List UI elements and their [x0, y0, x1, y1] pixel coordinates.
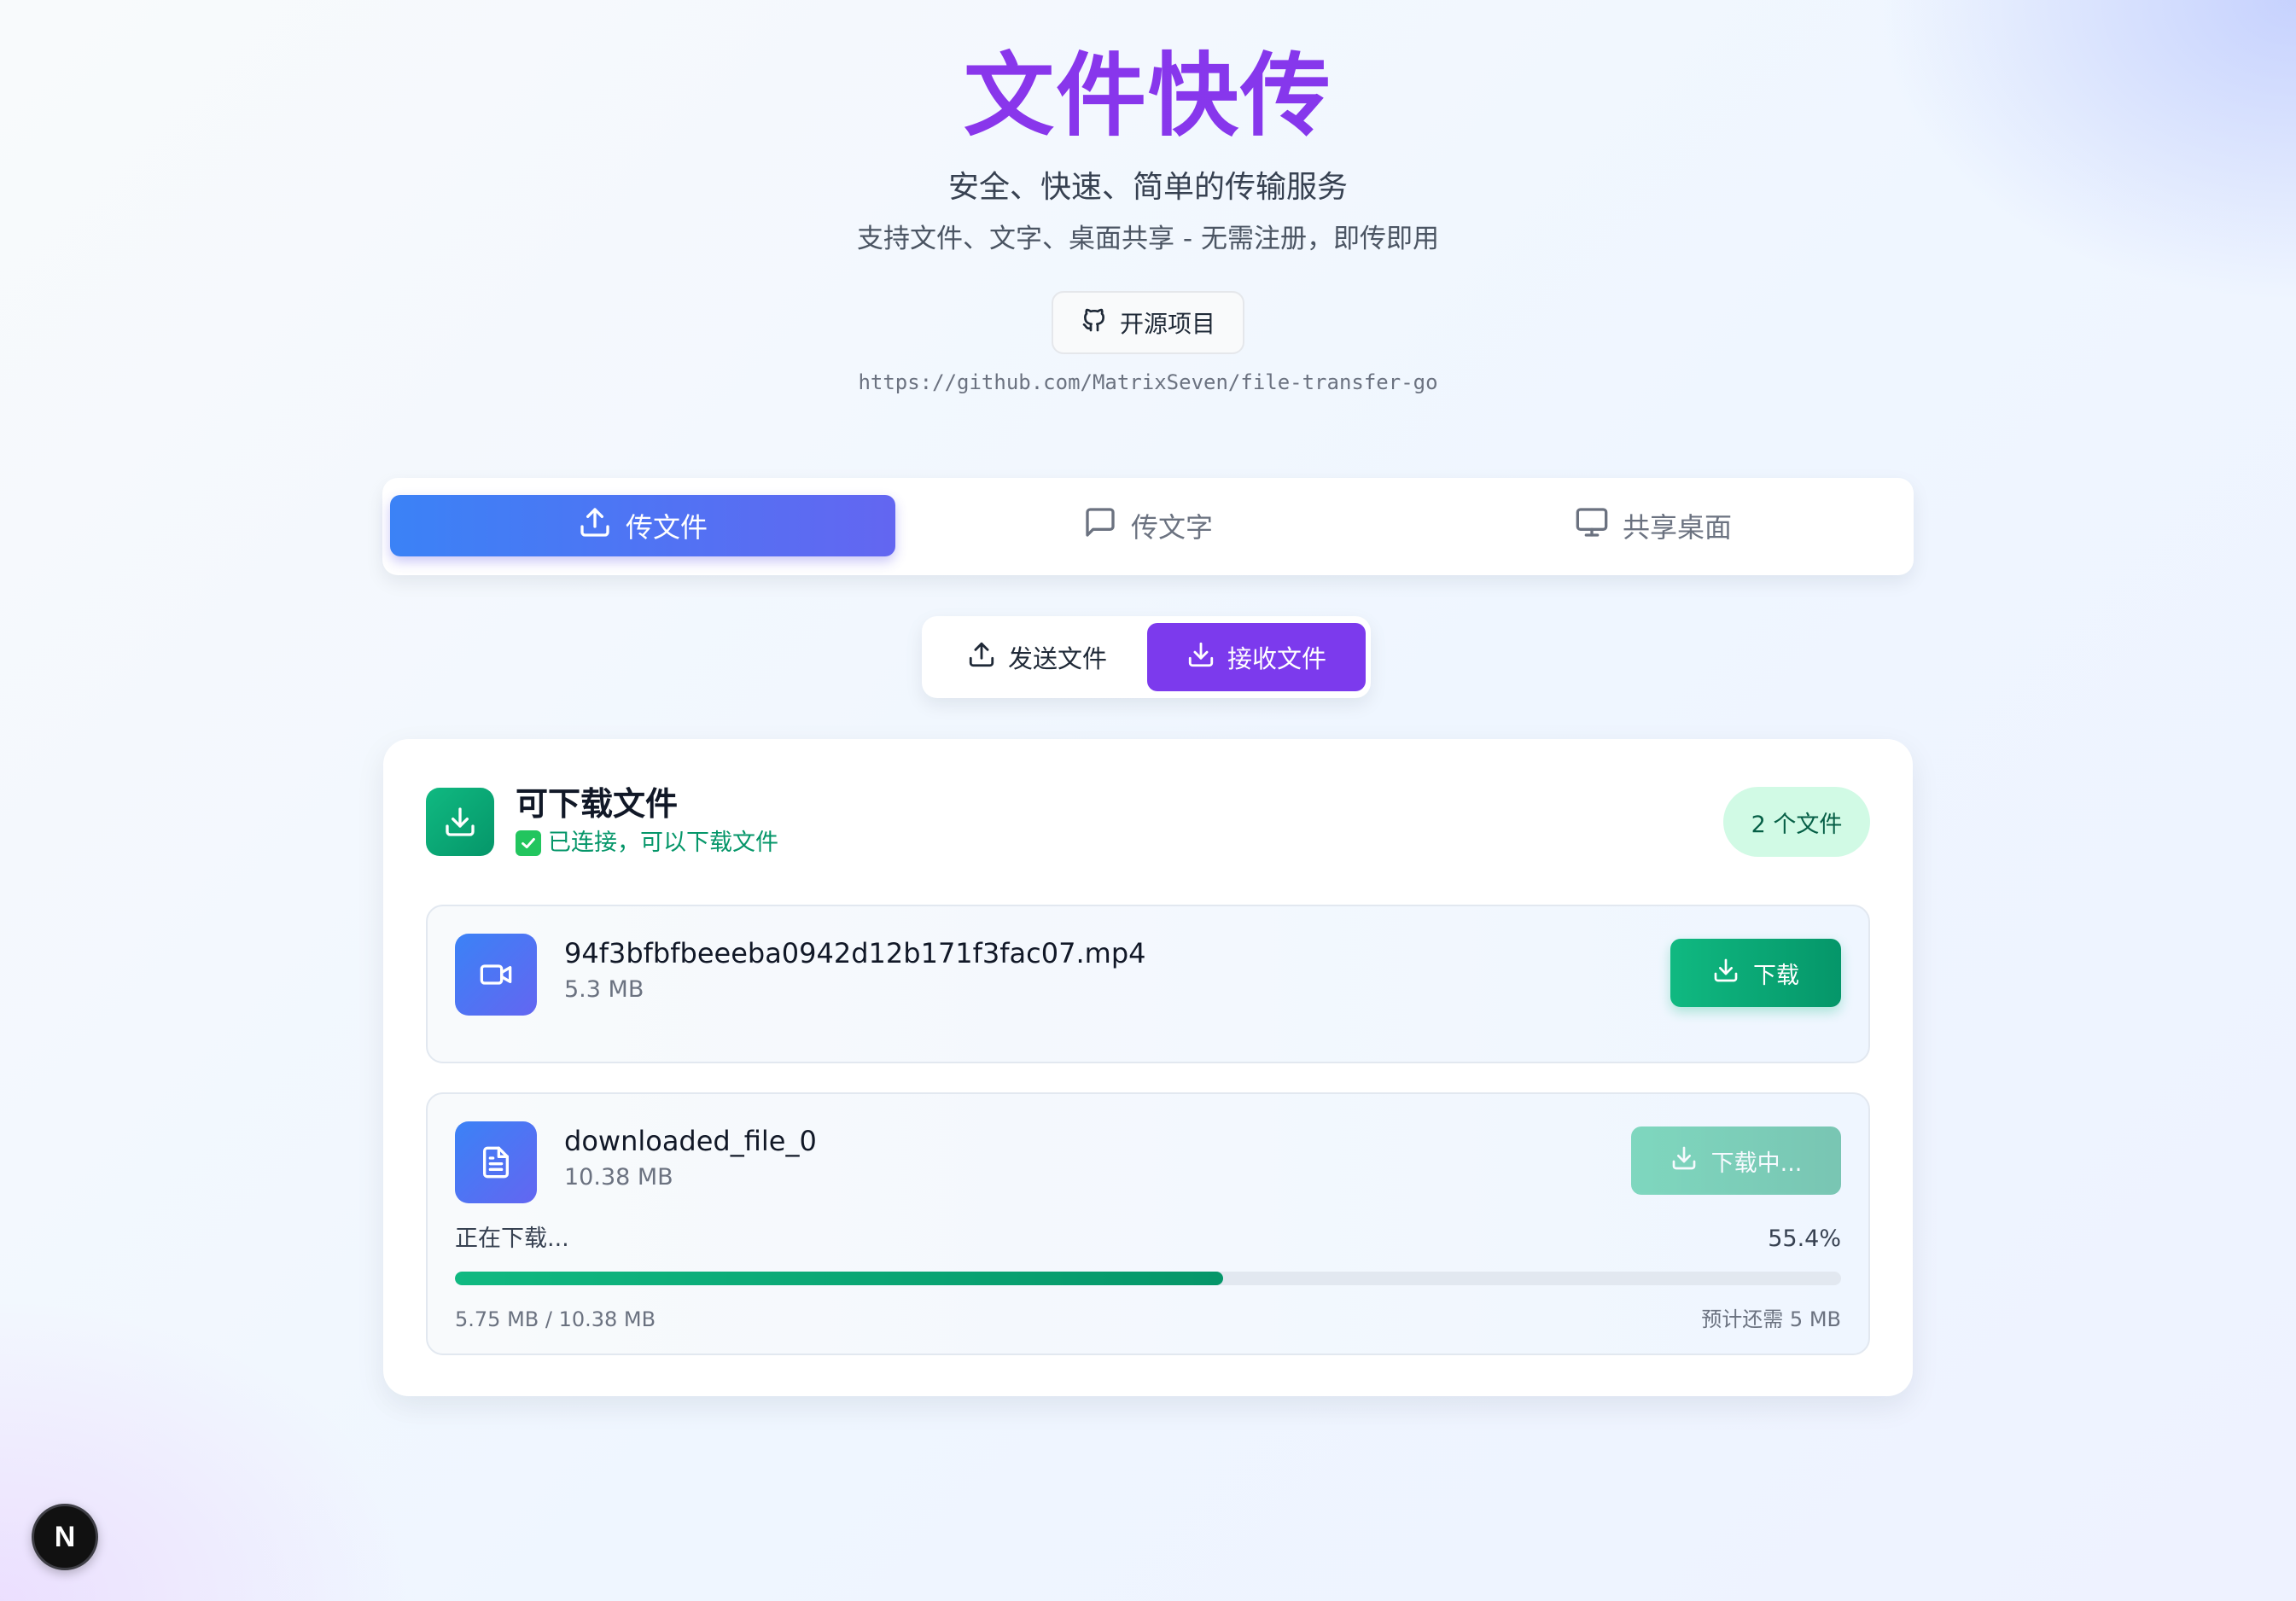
tab-send-text[interactable]: 传文字	[895, 495, 1401, 556]
open-source-button[interactable]: 开源项目	[1052, 291, 1244, 354]
tab-share-desktop[interactable]: 共享桌面	[1401, 495, 1906, 556]
mode-switch: 发送文件 接收文件	[922, 616, 1371, 698]
connection-status: 已连接，可以下载文件	[516, 828, 778, 859]
connection-status-text: 已连接，可以下载文件	[548, 830, 778, 856]
file-text-icon	[455, 1121, 537, 1203]
receive-file-label: 接收文件	[1227, 644, 1326, 673]
message-icon	[1083, 505, 1117, 546]
download-button-label: 下载	[1753, 962, 1799, 989]
file-count-badge: 2 个文件	[1723, 787, 1870, 857]
github-icon	[1081, 306, 1108, 340]
progress-percent: 55.4%	[1768, 1225, 1841, 1252]
download-icon	[1712, 957, 1739, 990]
file-name: downloaded_file_0	[564, 1125, 817, 1157]
upload-icon	[578, 505, 612, 546]
send-file-button[interactable]: 发送文件	[929, 623, 1145, 691]
video-icon	[455, 934, 537, 1016]
tab-label: 共享桌面	[1622, 511, 1732, 544]
file-name: 94f3bfbfbeeeba0942d12b171f3fac07.mp4	[564, 937, 1146, 969]
tab-send-file[interactable]: 传文件	[390, 495, 895, 556]
panel-title: 可下载文件	[516, 785, 679, 823]
open-source-label: 开源项目	[1119, 310, 1215, 338]
progress-bytes: 5.75 MB / 10.38 MB	[455, 1307, 656, 1331]
github-url[interactable]: https://github.com/MatrixSeven/file-tran…	[0, 369, 2296, 396]
progress-bar	[455, 1272, 1841, 1285]
tab-label: 传文字	[1130, 511, 1213, 544]
download-icon	[1186, 640, 1215, 675]
file-size: 5.3 MB	[564, 976, 644, 1003]
progress-bar-fill	[455, 1272, 1223, 1285]
tab-label: 传文件	[625, 511, 708, 544]
page-title: 文件快传	[0, 41, 2296, 152]
download-icon	[426, 788, 494, 856]
downloading-button-label: 下载中...	[1710, 1150, 1803, 1177]
main-tabs: 传文件 传文字 共享桌面	[382, 478, 1914, 575]
progress-label: 正在下载...	[455, 1225, 569, 1252]
download-button[interactable]: 下载	[1670, 939, 1841, 1007]
nextjs-dev-badge[interactable]: N	[32, 1504, 98, 1570]
upload-icon	[967, 640, 996, 675]
download-icon	[1670, 1144, 1698, 1178]
file-size: 10.38 MB	[564, 1164, 673, 1191]
check-icon	[516, 830, 541, 856]
file-item: 94f3bfbfbeeeba0942d12b171f3fac07.mp4 5.3…	[426, 905, 1870, 1063]
receive-file-button[interactable]: 接收文件	[1147, 623, 1366, 691]
file-item: downloaded_file_0 10.38 MB 下载中... 正在下载..…	[426, 1092, 1870, 1355]
downloading-button[interactable]: 下载中...	[1631, 1127, 1841, 1195]
send-file-label: 发送文件	[1007, 644, 1107, 673]
page-subtitle: 安全、快速、简单的传输服务	[947, 170, 1348, 205]
progress-eta: 预计还需 5 MB	[1701, 1307, 1841, 1331]
page-description: 支持文件、文字、桌面共享 - 无需注册，即传即用	[857, 224, 1439, 254]
monitor-icon	[1575, 505, 1609, 546]
download-panel: 可下载文件 已连接，可以下载文件 2 个文件 94f3bfbfbeeeba094…	[383, 739, 1913, 1396]
